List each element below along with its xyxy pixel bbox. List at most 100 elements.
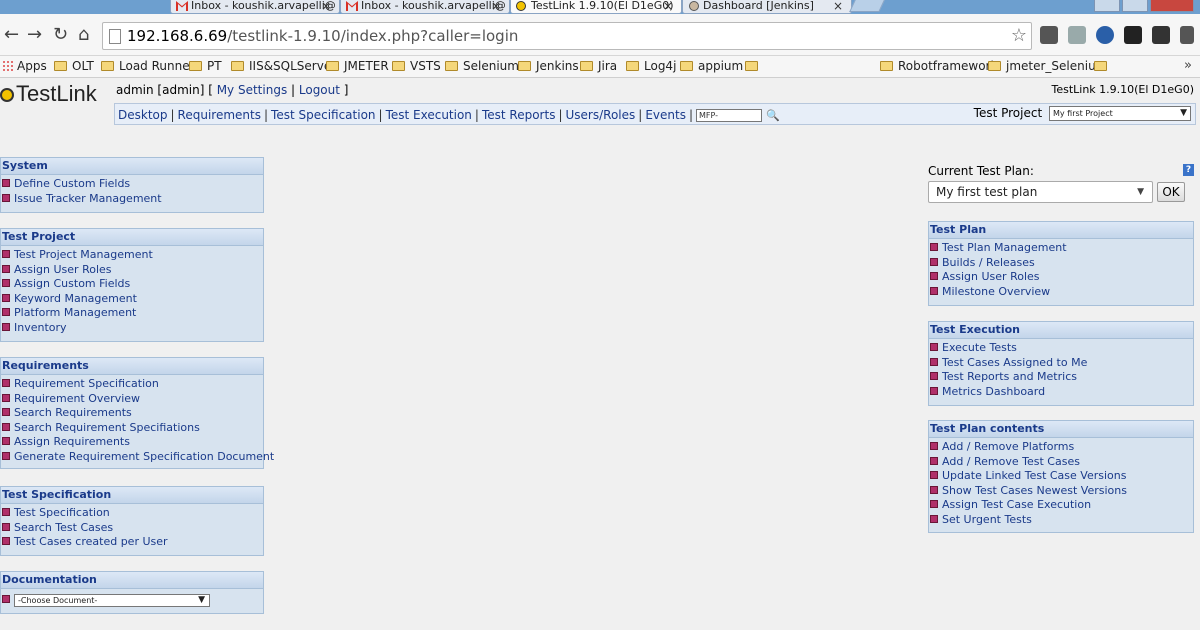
extension-icon[interactable] — [1068, 26, 1086, 44]
bookmark-folder[interactable]: IIS&SQLServer — [231, 59, 336, 73]
list-item[interactable]: Set Urgent Tests — [929, 513, 1193, 528]
list-item[interactable]: Update Linked Test Case Versions — [929, 469, 1193, 484]
list-item[interactable]: Test Project Management — [1, 248, 263, 263]
bookmark-apps[interactable]: Apps — [2, 59, 47, 73]
test-plan-select[interactable]: My first test plan ▼ — [928, 181, 1153, 203]
address-bar[interactable]: 192.168.6.69/testlink-1.9.10/index.php?c… — [102, 22, 1032, 50]
bookmark-folder[interactable]: VSTS — [392, 59, 441, 73]
bookmark-folder[interactable]: Load Runner — [101, 59, 195, 73]
list-item[interactable]: Test Cases created per User — [1, 535, 263, 550]
testlink-logo[interactable]: TestLink — [0, 81, 97, 107]
extension-icon[interactable] — [1096, 26, 1114, 44]
list-item: -Choose Document- ▼ — [1, 591, 263, 607]
document-select[interactable]: -Choose Document- ▼ — [14, 593, 210, 607]
list-item[interactable]: Add / Remove Platforms — [929, 440, 1193, 455]
list-item[interactable]: Search Test Cases — [1, 521, 263, 536]
help-icon[interactable]: ? — [1183, 164, 1194, 176]
list-item[interactable]: Assign User Roles — [1, 263, 263, 278]
close-icon[interactable]: × — [663, 0, 673, 12]
testlink-logo-icon — [0, 88, 14, 102]
bookmark-folder[interactable]: OLT — [54, 59, 94, 73]
window-close-button[interactable] — [1150, 0, 1194, 12]
bullet-icon — [2, 179, 10, 187]
menu-test-execution[interactable]: Test Execution — [386, 108, 472, 122]
testcase-search-input[interactable]: MFP- — [696, 109, 762, 122]
list-item[interactable]: Generate Requirement Specification Docum… — [1, 450, 274, 465]
bookmark-folder[interactable]: Log4j — [626, 59, 676, 73]
list-item[interactable]: Search Requirement Specifiations — [1, 421, 263, 436]
browser-tab-gmail-1[interactable]: Inbox - koushik.arvapelli@ × — [170, 0, 340, 14]
my-settings-link[interactable]: My Settings — [217, 83, 288, 97]
logout-link[interactable]: Logout — [299, 83, 340, 97]
browser-tab-testlink[interactable]: TestLink 1.9.10(El D1eG0) × — [510, 0, 682, 14]
forward-icon[interactable]: → — [27, 24, 42, 45]
list-item[interactable]: Execute Tests — [929, 341, 1193, 356]
list-item[interactable]: Test Plan Management — [929, 241, 1193, 256]
close-icon[interactable]: × — [833, 0, 843, 12]
menu-desktop[interactable]: Desktop — [118, 108, 168, 122]
browser-tab-jenkins[interactable]: Dashboard [Jenkins] × — [682, 0, 852, 14]
reload-icon[interactable]: ↻ — [53, 24, 68, 45]
folder-icon — [445, 61, 458, 71]
new-tab-button[interactable] — [849, 0, 885, 12]
list-item[interactable]: Assign User Roles — [929, 270, 1193, 285]
bullet-icon — [2, 422, 10, 431]
list-item[interactable]: Test Cases Assigned to Me — [929, 356, 1193, 371]
tab-title: TestLink 1.9.10(El D1eG0) — [531, 0, 674, 12]
tab-title: Inbox - koushik.arvapelli@ — [191, 0, 336, 12]
list-item[interactable]: Assign Custom Fields — [1, 277, 263, 292]
list-item[interactable]: Show Test Cases Newest Versions — [929, 484, 1193, 499]
menu-icon[interactable] — [1180, 26, 1194, 44]
list-item[interactable]: Builds / Releases — [929, 256, 1193, 271]
bookmark-folder[interactable]: JMETER — [326, 59, 389, 73]
ok-button[interactable]: OK — [1157, 182, 1185, 202]
bookmark-star-icon[interactable]: ☆ — [1011, 25, 1027, 46]
bookmark-folder[interactable]: Jira — [580, 59, 617, 73]
minimize-button[interactable] — [1094, 0, 1120, 12]
page-icon — [109, 29, 121, 44]
back-icon[interactable]: ← — [4, 24, 19, 45]
maximize-button[interactable] — [1122, 0, 1148, 12]
test-project-select[interactable]: My first Project ▼ — [1049, 106, 1191, 121]
close-icon[interactable]: × — [491, 0, 501, 12]
list-item[interactable]: Assign Requirements — [1, 435, 263, 450]
list-item[interactable]: Platform Management — [1, 306, 263, 321]
bookmarks-more-icon[interactable]: » — [1184, 58, 1192, 73]
bookmark-folder[interactable]: Jenkins — [518, 59, 579, 73]
browser-tab-gmail-2[interactable]: Inbox - koushik.arvapelli@ × — [340, 0, 510, 14]
list-item[interactable]: Test Reports and Metrics — [929, 370, 1193, 385]
menu-test-specification[interactable]: Test Specification — [271, 108, 376, 122]
extension-icon[interactable] — [1152, 26, 1170, 44]
list-item[interactable]: Keyword Management — [1, 292, 263, 307]
bookmark-folder[interactable] — [1094, 59, 1112, 73]
list-item[interactable]: Inventory — [1, 321, 263, 336]
extension-icon[interactable] — [1040, 26, 1058, 44]
list-item[interactable]: Issue Tracker Management — [1, 192, 263, 207]
list-item[interactable]: Requirement Overview — [1, 392, 263, 407]
menu-users-roles[interactable]: Users/Roles — [566, 108, 636, 122]
bookmark-folder[interactable]: Robotframework — [880, 59, 997, 73]
panel-title: Test Execution — [929, 322, 1193, 339]
bookmark-folder[interactable]: PT — [189, 59, 222, 73]
bookmark-folder[interactable]: jmeter_Selenium — [988, 59, 1107, 73]
menu-requirements[interactable]: Requirements — [178, 108, 261, 122]
list-item[interactable]: Define Custom Fields — [1, 177, 263, 192]
menu-events[interactable]: Events — [645, 108, 686, 122]
list-item[interactable]: Requirement Specification — [1, 377, 263, 392]
list-item[interactable]: Add / Remove Test Cases — [929, 455, 1193, 470]
bookmark-folder[interactable] — [745, 59, 763, 73]
bookmark-folder[interactable]: Selenium — [445, 59, 519, 73]
home-icon[interactable]: ⌂ — [78, 24, 89, 45]
panel-title: Test Plan contents — [929, 421, 1193, 438]
search-icon[interactable]: 🔍 — [766, 109, 780, 122]
list-item[interactable]: Milestone Overview — [929, 285, 1193, 300]
extension-icon[interactable] — [1124, 26, 1142, 44]
list-item[interactable]: Assign Test Case Execution — [929, 498, 1193, 513]
list-item[interactable]: Metrics Dashboard — [929, 385, 1193, 400]
menu-test-reports[interactable]: Test Reports — [482, 108, 555, 122]
close-icon[interactable]: × — [321, 0, 331, 12]
bookmark-folder[interactable]: appium — [680, 59, 743, 73]
list-item[interactable]: Search Requirements — [1, 406, 263, 421]
list-item[interactable]: Test Specification — [1, 506, 263, 521]
bullet-icon — [930, 442, 938, 450]
